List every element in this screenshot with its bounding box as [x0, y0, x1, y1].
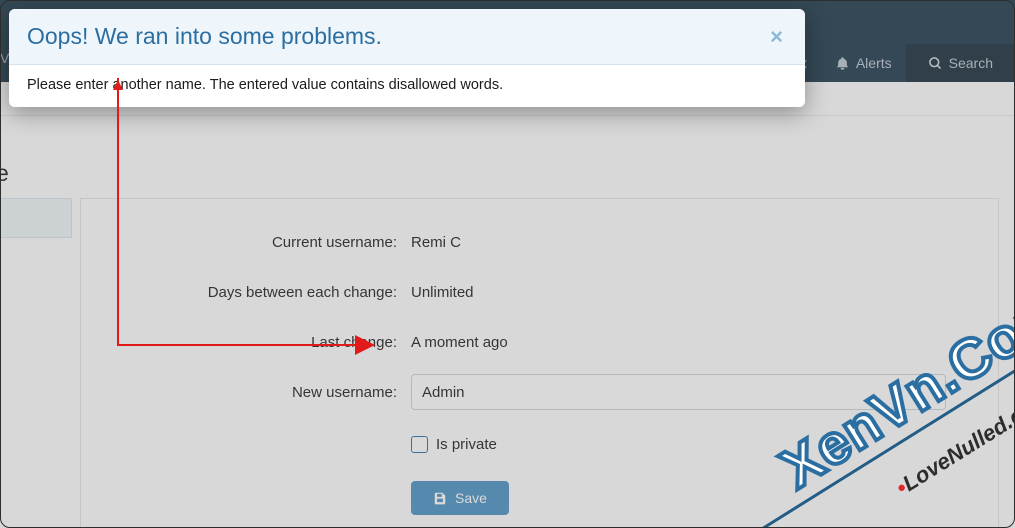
- error-modal-message: Please enter another name. The entered v…: [9, 65, 805, 107]
- error-modal: Oops! We ran into some problems. × Pleas…: [9, 9, 805, 107]
- error-modal-header: Oops! We ran into some problems. ×: [9, 9, 805, 65]
- error-modal-title: Oops! We ran into some problems.: [27, 23, 766, 50]
- close-icon[interactable]: ×: [766, 24, 787, 50]
